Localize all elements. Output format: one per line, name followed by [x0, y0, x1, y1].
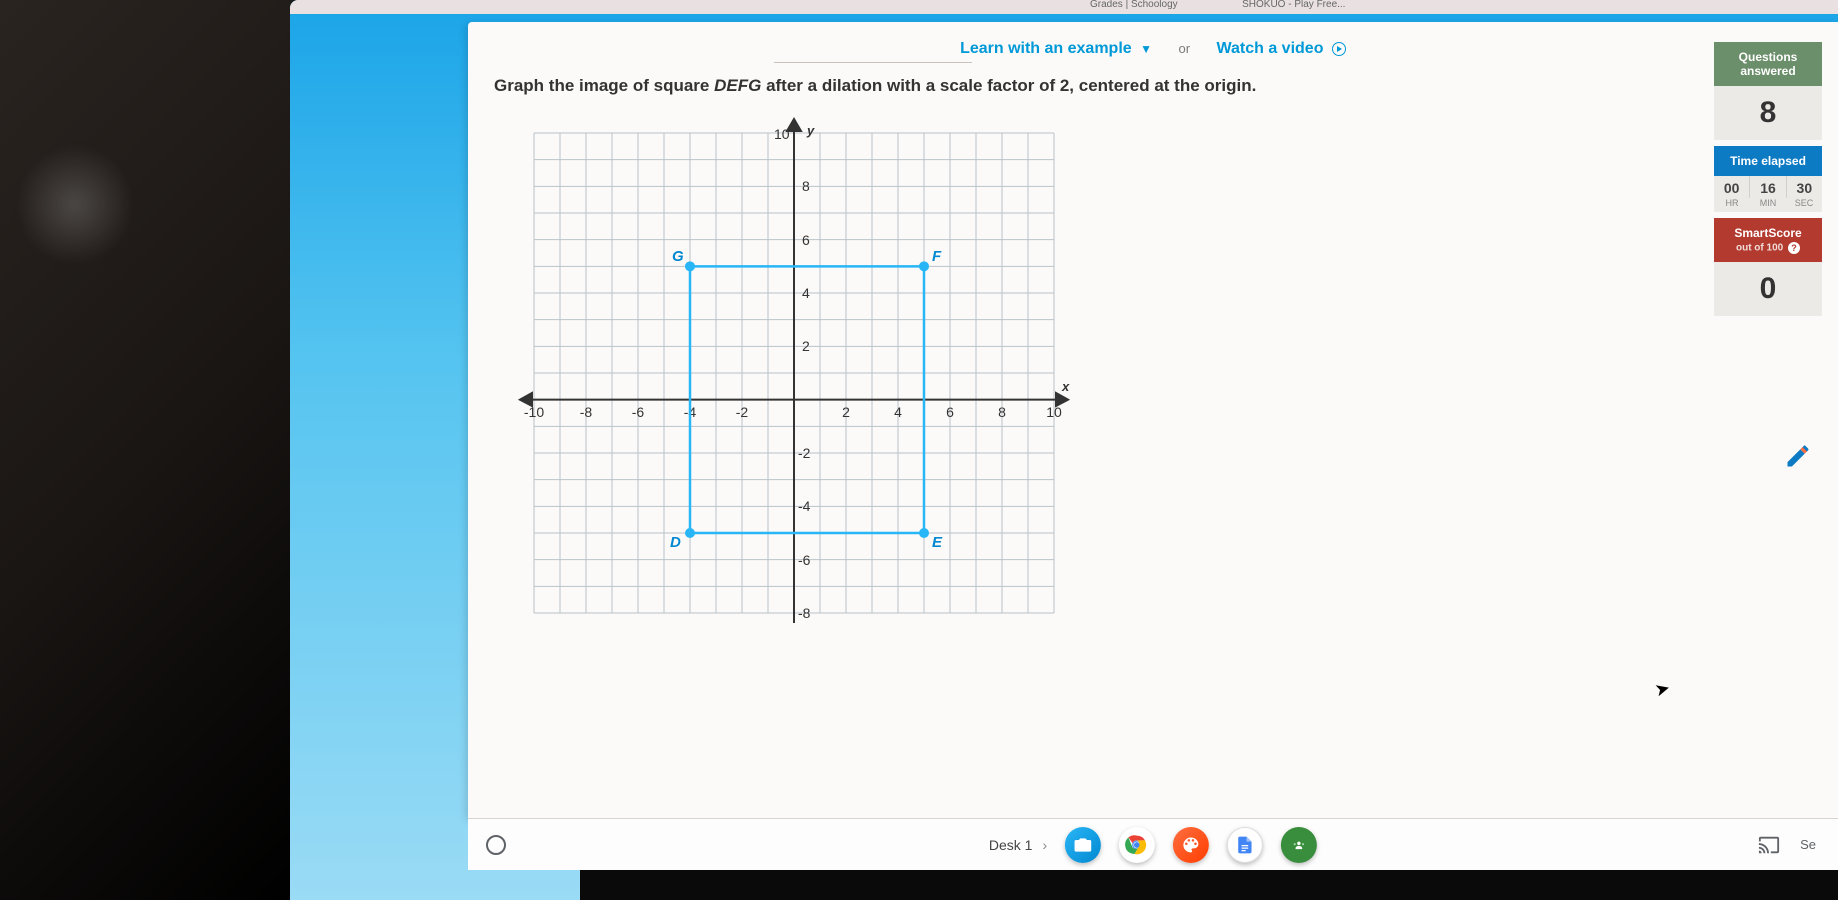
svg-text:-8: -8: [798, 605, 811, 621]
y-axis-label: y: [806, 123, 815, 138]
browser-tab[interactable]: SHOKUO - Play Free...: [1242, 0, 1345, 10]
or-separator: or: [1178, 41, 1190, 56]
svg-text:6: 6: [802, 232, 810, 248]
vertex-f[interactable]: [919, 261, 929, 271]
x-axis-label: x: [1061, 379, 1070, 394]
cursor-icon: ➤: [1652, 677, 1672, 701]
svg-text:-8: -8: [580, 404, 593, 420]
vertex-g[interactable]: [685, 261, 695, 271]
sec-label: SEC: [1786, 198, 1822, 212]
paint-app-icon[interactable]: [1173, 827, 1209, 863]
vertex-e[interactable]: [919, 528, 929, 538]
scratchpad-button[interactable]: [1784, 442, 1812, 470]
svg-text:10: 10: [1046, 404, 1062, 420]
time-hr: 00: [1714, 176, 1750, 198]
question-shape: DEFG: [714, 76, 761, 95]
svg-text:8: 8: [802, 178, 810, 194]
smartscore-value: 0: [1714, 262, 1822, 316]
watch-label: Watch a video: [1216, 40, 1323, 57]
play-circle-icon: [1332, 42, 1346, 56]
time-sec: 30: [1787, 176, 1822, 198]
chrome-app-icon[interactable]: [1119, 827, 1155, 863]
desk-label: Desk 1: [989, 837, 1033, 853]
svg-text:8: 8: [998, 404, 1006, 420]
svg-text:4: 4: [802, 285, 810, 301]
svg-text:-2: -2: [798, 445, 811, 461]
hr-label: HR: [1714, 198, 1750, 212]
questions-value: 8: [1714, 86, 1822, 140]
min-label: MIN: [1750, 198, 1786, 212]
learn-example-link[interactable]: Learn with an example ▼: [960, 40, 1156, 57]
svg-text:10: 10: [774, 126, 790, 142]
vertex-d[interactable]: [685, 528, 695, 538]
time-header: Time elapsed: [1714, 146, 1822, 176]
chevron-right-icon: ›: [1042, 837, 1047, 853]
question-text: Graph the image of square DEFG after a d…: [494, 73, 1394, 99]
svg-text:2: 2: [802, 338, 810, 354]
chevron-down-icon: ▼: [1140, 42, 1152, 56]
questions-header: Questions answered: [1714, 42, 1822, 86]
help-icon[interactable]: ?: [1788, 242, 1800, 254]
svg-text:2: 2: [842, 404, 850, 420]
graph-svg[interactable]: y x -10 -8 -6 -4 -2 2 4 6 8 10 10: [514, 113, 1074, 643]
docs-app-icon[interactable]: [1227, 827, 1263, 863]
smartscore-header: SmartScore out of 100 ?: [1714, 218, 1822, 262]
classroom-app-icon[interactable]: [1281, 827, 1317, 863]
svg-text:-6: -6: [632, 404, 645, 420]
status-text: Se: [1800, 837, 1816, 852]
label-f: F: [932, 248, 942, 265]
question-post: after a dilation with a scale factor of …: [761, 76, 1256, 95]
label-d: D: [670, 534, 681, 551]
svg-text:4: 4: [894, 404, 902, 420]
learn-label: Learn with an example: [960, 40, 1132, 57]
help-links: Learn with an example ▼ or Watch a video: [494, 40, 1812, 63]
launcher-button[interactable]: [486, 835, 506, 855]
label-e: E: [932, 534, 943, 551]
coordinate-graph[interactable]: y x -10 -8 -6 -4 -2 2 4 6 8 10 10: [514, 113, 1074, 643]
main-content: Learn with an example ▼ or Watch a video…: [468, 22, 1838, 818]
question-pre: Graph the image of square: [494, 76, 714, 95]
browser-tab[interactable]: Grades | Schoology: [1090, 0, 1178, 10]
label-g: G: [672, 248, 684, 265]
cast-icon[interactable]: [1758, 834, 1780, 856]
desk-switcher[interactable]: Desk 1 ›: [989, 837, 1047, 853]
watch-video-link[interactable]: Watch a video: [1216, 40, 1345, 57]
camera-app-icon[interactable]: [1065, 827, 1101, 863]
svg-text:-6: -6: [798, 552, 811, 568]
svg-text:6: 6: [946, 404, 954, 420]
score-panel: Questions answered 8 Time elapsed 00 16 …: [1714, 42, 1822, 316]
taskbar: Desk 1 › Se: [468, 818, 1838, 870]
svg-text:-2: -2: [736, 404, 749, 420]
svg-text:-10: -10: [524, 404, 544, 420]
time-min: 16: [1750, 176, 1786, 198]
svg-text:-4: -4: [798, 498, 811, 514]
